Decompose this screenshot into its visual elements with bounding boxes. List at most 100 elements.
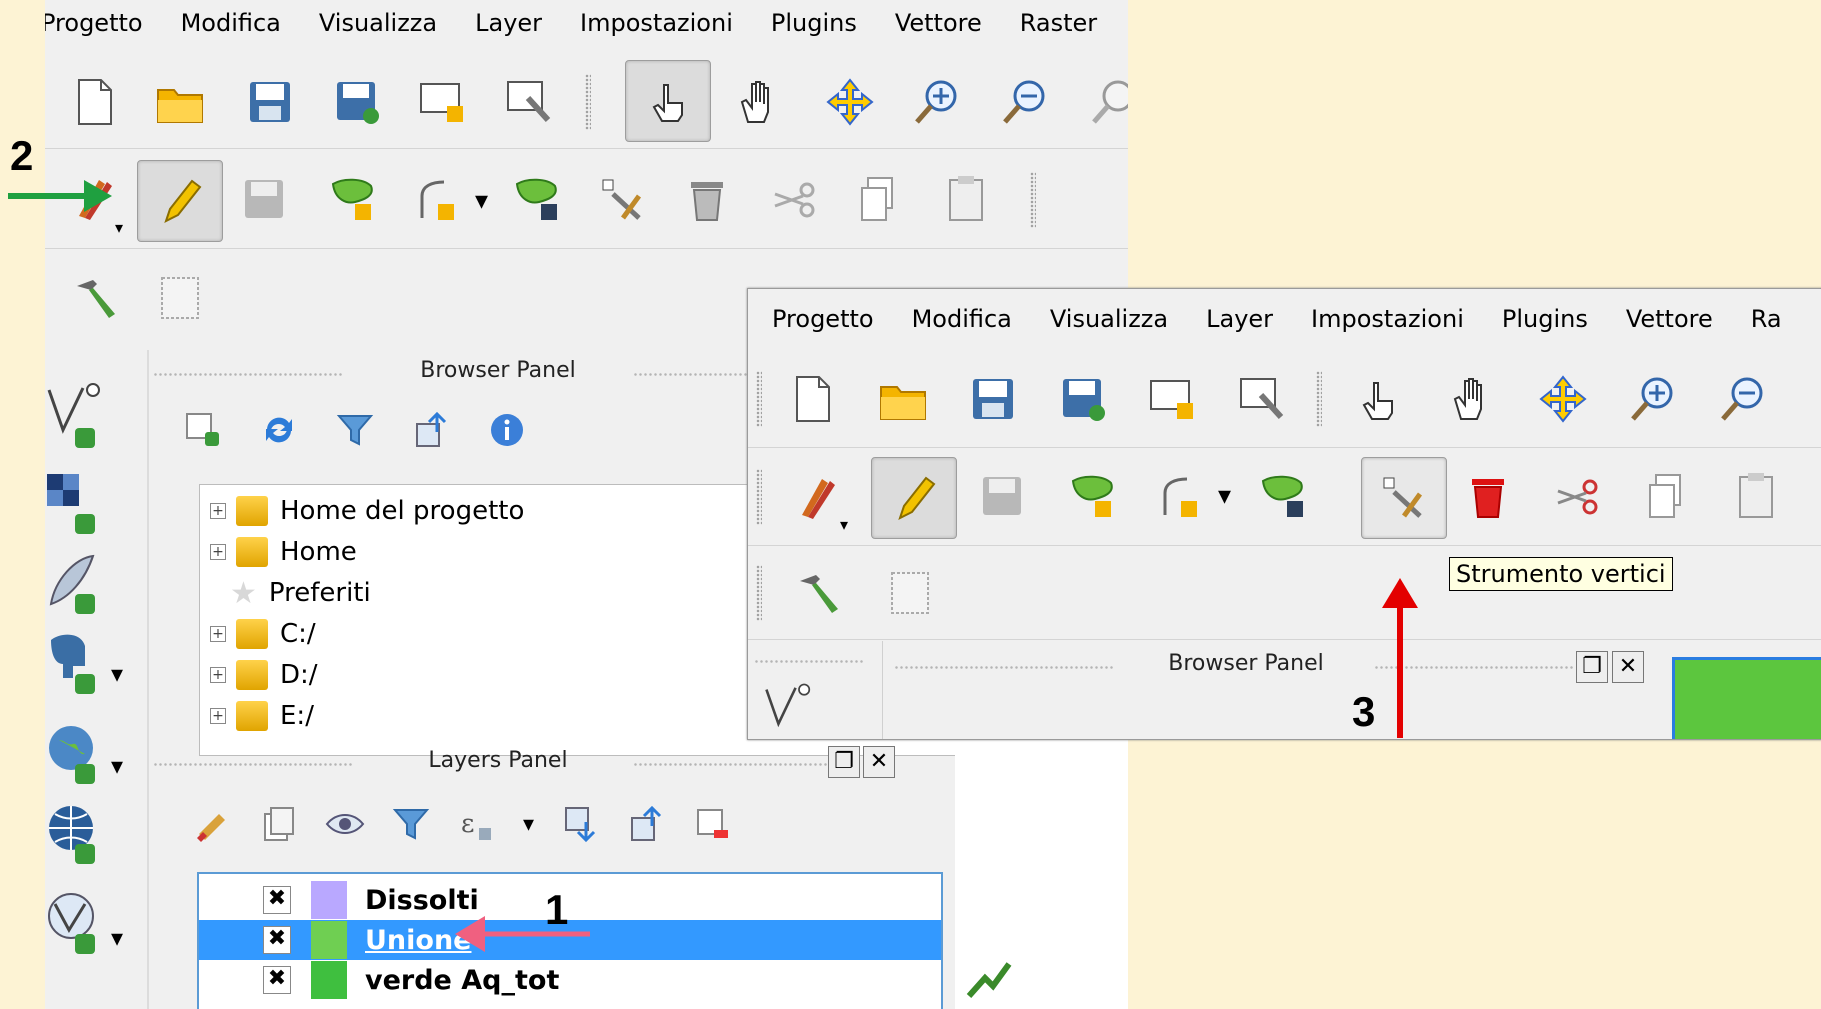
tree-item[interactable]: + Home del progetto [210,491,524,531]
paste-features-button[interactable] [938,170,998,230]
add-wcs-layer-button[interactable] [45,800,115,870]
add-raster-layer-button[interactable] [45,470,115,540]
composer-manager-button[interactable] [1233,369,1293,429]
wms-dropdown-arrow[interactable]: ▾ [111,752,123,780]
toolbar-grip[interactable] [1030,172,1036,228]
filter-expression-dropdown-arrow[interactable]: ▾ [523,812,534,837]
pan-map-button[interactable] [730,72,790,132]
menu-vettore[interactable]: Vettore [895,9,982,37]
float-panel-button[interactable]: ❐ [828,746,860,778]
add-vector-layer-button[interactable] [45,380,115,450]
add-wfs-layer-button[interactable] [45,890,115,960]
layer-visibility-checkbox[interactable]: ✖ [263,886,291,914]
open-project-button[interactable] [150,72,210,132]
copy-features-button[interactable] [850,170,910,230]
touch-zoom-pan-button[interactable] [625,60,711,142]
move-feature-button[interactable] [1253,467,1313,527]
zoom-native-button[interactable] [1080,72,1128,132]
toggle-editing-button[interactable] [871,457,957,539]
wfs-dropdown-arrow[interactable]: ▾ [111,924,123,952]
toggle-editing-button[interactable] [137,160,223,242]
zoom-in-button[interactable] [1623,369,1683,429]
filter-expression-icon[interactable]: ε [457,804,497,844]
circular-string-dropdown-arrow[interactable]: ▾ [475,186,488,216]
menu-raster[interactable]: Raster [1020,9,1097,37]
menu-raster[interactable]: Ra [1751,305,1782,333]
layer-visibility-checkbox[interactable]: ✖ [263,926,291,954]
add-feature-button[interactable] [1063,467,1123,527]
menu-progetto[interactable]: Progetto [772,305,874,333]
menu-modifica[interactable]: Modifica [181,9,281,37]
cut-features-button[interactable] [1548,467,1608,527]
new-print-composer-button[interactable] [1143,369,1203,429]
map-canvas[interactable] [955,738,1128,1009]
menu-layer[interactable]: Layer [475,9,542,37]
refresh-icon[interactable] [259,410,299,450]
copy-features-button[interactable] [1638,467,1698,527]
add-wms-layer-button[interactable] [45,720,115,790]
save-project-button[interactable] [963,369,1023,429]
layer-styling-icon[interactable] [193,804,233,844]
tree-item[interactable]: + Home [210,532,357,572]
touch-zoom-pan-button[interactable] [1348,369,1408,429]
current-edits-dropdown-arrow[interactable]: ▾ [115,218,123,237]
expand-all-icon[interactable] [560,804,600,844]
advanced-digitizing-button[interactable] [788,563,848,623]
add-postgis-layer-button[interactable] [45,630,115,700]
expand-icon[interactable]: + [210,667,226,683]
layer-row[interactable]: ✖ Dissolti [199,880,941,920]
tree-item[interactable]: + E:/ [210,696,314,736]
filter-icon[interactable] [335,410,375,450]
menu-progetto[interactable]: Progetto [45,9,143,37]
menu-visualizza[interactable]: Visualizza [319,9,437,37]
layer-row-selected[interactable]: ✖ Unione [199,920,941,960]
close-panel-button[interactable]: ✕ [1612,651,1644,683]
current-edits-dropdown-arrow[interactable]: ▾ [840,515,848,534]
postgis-dropdown-arrow[interactable]: ▾ [111,660,123,688]
eye-icon[interactable] [325,804,365,844]
toolbar-grip[interactable] [756,565,762,621]
float-panel-button[interactable]: ❐ [1576,651,1608,683]
menu-visualizza[interactable]: Visualizza [1050,305,1168,333]
toolbar-grip[interactable] [756,469,762,525]
menu-impostazioni[interactable]: Impostazioni [1311,305,1464,333]
add-selected-layers-icon[interactable] [183,410,223,450]
pan-map-button[interactable] [1443,369,1503,429]
tree-item[interactable]: + C:/ [210,614,316,654]
snapping-button[interactable] [880,563,940,623]
map-canvas[interactable] [1672,657,1821,739]
collapse-all-icon[interactable] [626,804,666,844]
toolbar-grip[interactable] [756,371,762,427]
info-icon[interactable] [487,410,527,450]
save-as-button[interactable] [1053,369,1113,429]
add-group-icon[interactable] [259,804,299,844]
tree-item[interactable]: ★ Preferiti [230,573,371,613]
expand-icon[interactable]: + [210,626,226,642]
toolbar-grip[interactable] [585,74,591,130]
advanced-digitizing-button[interactable] [65,268,125,328]
new-project-button[interactable] [783,369,843,429]
collapse-all-icon[interactable] [411,410,451,450]
pan-to-selection-button[interactable] [820,72,880,132]
zoom-out-button[interactable] [1713,369,1773,429]
close-panel-button[interactable]: ✕ [863,746,895,778]
move-feature-button[interactable] [507,170,567,230]
add-delimited-text-button[interactable] [45,550,115,620]
new-project-button[interactable] [65,72,125,132]
remove-layer-icon[interactable] [692,804,732,844]
zoom-in-button[interactable] [907,72,967,132]
save-layer-edits-button[interactable] [235,170,295,230]
pan-to-selection-button[interactable] [1533,369,1593,429]
expand-icon[interactable]: + [210,708,226,724]
paste-features-button[interactable] [1728,467,1788,527]
circular-string-dropdown-arrow[interactable]: ▾ [1218,481,1231,511]
menu-vettore[interactable]: Vettore [1626,305,1713,333]
menu-plugins[interactable]: Plugins [771,9,857,37]
add-circular-string-button[interactable] [1153,467,1213,527]
delete-selected-button[interactable] [1458,467,1518,527]
composer-manager-button[interactable] [500,72,560,132]
vector-layer-icon[interactable] [758,681,828,740]
current-edits-button[interactable] [788,467,848,527]
menu-layer[interactable]: Layer [1206,305,1273,333]
layer-visibility-checkbox[interactable]: ✖ [263,966,291,994]
